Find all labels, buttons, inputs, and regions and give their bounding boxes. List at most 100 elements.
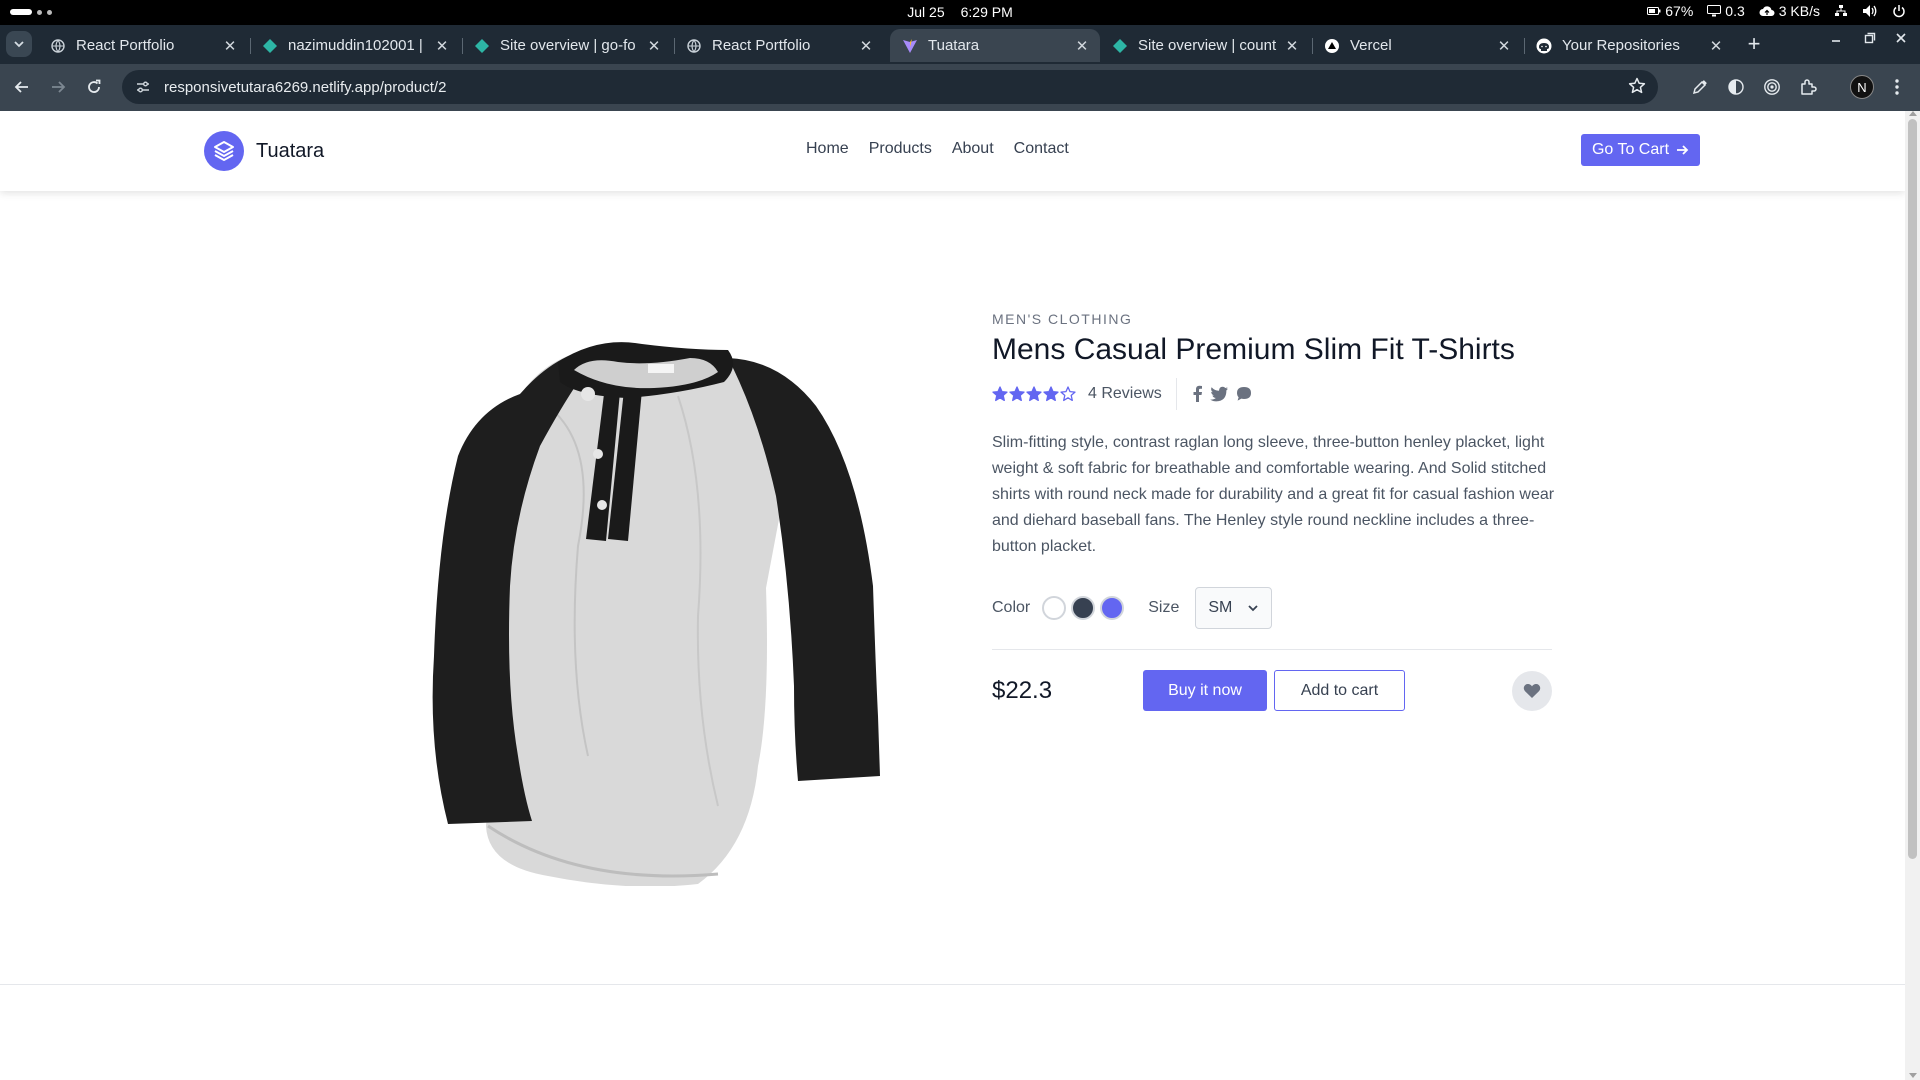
os-top-bar: Jul 25 6:29 PM 67% 0.3 3 KB/s: [0, 0, 1920, 25]
extensions-puzzle-icon[interactable]: [1797, 76, 1819, 98]
os-status-area[interactable]: 67% 0.3 3 KB/s: [1647, 3, 1906, 19]
footer-divider: [0, 984, 1905, 985]
cpu-status: 0.3: [1707, 3, 1745, 19]
star-filled-icon: [992, 386, 1008, 402]
purchase-row: $22.3 Buy it now Add to cart: [992, 670, 1552, 712]
browser-menu-icon[interactable]: [1886, 76, 1908, 98]
browser-tab-strip: React Portfolio ✕ nazimuddin102001 | ✕ S…: [0, 25, 1920, 64]
close-icon[interactable]: ✕: [1284, 37, 1300, 55]
site-settings-icon[interactable]: [134, 78, 152, 96]
size-select[interactable]: SM: [1195, 587, 1273, 629]
scroll-up-arrow[interactable]: [1909, 111, 1917, 116]
close-icon[interactable]: ✕: [222, 37, 238, 55]
target-extension-icon[interactable]: [1761, 76, 1783, 98]
network-icon: [1835, 5, 1847, 16]
close-icon: [1896, 33, 1906, 43]
tab-search-button[interactable]: [6, 31, 32, 57]
product-title: Mens Casual Premium Slim Fit T-Shirts: [992, 333, 1515, 366]
browser-tab[interactable]: Site overview | go-fo ✕: [462, 29, 672, 62]
size-label: Size: [1148, 599, 1180, 616]
tab-title: Your Repositories: [1562, 37, 1680, 54]
color-label: Color: [992, 599, 1031, 616]
scrollbar-thumb[interactable]: [1908, 119, 1917, 859]
back-button[interactable]: [10, 75, 34, 99]
address-bar[interactable]: responsivetutara6269.netlify.app/product…: [122, 70, 1658, 104]
os-time: 6:29 PM: [960, 4, 1013, 20]
nav-link-products[interactable]: Products: [869, 140, 932, 158]
close-icon[interactable]: ✕: [434, 37, 450, 55]
color-picker-extension-icon[interactable]: [1689, 76, 1711, 98]
twitter-icon[interactable]: [1209, 385, 1229, 403]
size-value: SM: [1208, 599, 1233, 616]
facebook-icon[interactable]: [1191, 385, 1203, 403]
page-scrollbar[interactable]: [1905, 111, 1920, 1080]
nav-link-home[interactable]: Home: [806, 140, 849, 158]
tab-title: Site overview | go-fo: [500, 37, 636, 54]
color-swatch-white[interactable]: [1042, 596, 1067, 620]
restore-icon: [1864, 32, 1876, 44]
add-to-cart-button[interactable]: Add to cart: [1274, 670, 1405, 711]
wishlist-button[interactable]: [1512, 671, 1552, 711]
power-tray[interactable]: [1892, 4, 1906, 18]
network-status: 3 KB/s: [1759, 3, 1820, 19]
close-icon[interactable]: ✕: [1496, 37, 1512, 55]
go-to-cart-label: Go To Cart: [1591, 141, 1670, 158]
tab-title: Tuatara: [928, 37, 980, 54]
nav-link-contact[interactable]: Contact: [1014, 140, 1069, 158]
url-text: responsivetutara6269.netlify.app/product…: [164, 78, 447, 96]
browser-tab[interactable]: nazimuddin102001 | ✕: [250, 29, 460, 62]
tab-title: nazimuddin102001 |: [288, 37, 423, 54]
color-swatch-dark[interactable]: [1071, 596, 1096, 620]
battery-status: 67%: [1647, 3, 1693, 19]
color-swatches: [1042, 596, 1125, 620]
star-rating: [992, 386, 1076, 402]
browser-tab[interactable]: Your Repositories ✕: [1524, 29, 1734, 62]
globe-icon: [686, 38, 702, 54]
brand-link[interactable]: Tuatara: [204, 131, 324, 171]
volume-tray[interactable]: [1862, 4, 1878, 18]
close-icon[interactable]: ✕: [1074, 37, 1090, 55]
forward-button[interactable]: [46, 75, 70, 99]
star-empty-icon: [1060, 386, 1076, 402]
github-icon: [1536, 38, 1552, 54]
close-icon[interactable]: ✕: [1708, 37, 1724, 55]
heart-icon: [1523, 683, 1541, 698]
bookmark-star-icon[interactable]: [1628, 77, 1646, 99]
close-icon[interactable]: ✕: [646, 37, 662, 55]
tab-title: Vercel: [1350, 37, 1392, 54]
power-icon: [1893, 5, 1905, 18]
battery-icon: [1647, 7, 1661, 15]
new-tab-button[interactable]: +: [1742, 33, 1766, 55]
browser-tab-active[interactable]: Tuatara ✕: [890, 29, 1100, 62]
chat-icon[interactable]: [1235, 385, 1253, 403]
reload-icon: [88, 79, 101, 93]
restore-button[interactable]: [1857, 31, 1883, 49]
reload-button[interactable]: [82, 75, 106, 99]
browser-tab[interactable]: Site overview | count ✕: [1100, 29, 1310, 62]
vercel-icon: [1324, 38, 1340, 54]
browser-tab[interactable]: Vercel ✕: [1312, 29, 1522, 62]
os-clock[interactable]: Jul 25 6:29 PM: [0, 4, 1920, 20]
close-icon[interactable]: ✕: [858, 37, 874, 55]
divider: [1175, 378, 1177, 410]
network-tray[interactable]: [1834, 4, 1848, 18]
close-window-button[interactable]: [1888, 31, 1914, 49]
chevron-down-icon: [1248, 605, 1258, 612]
page-content: Tuatara Home Products About Contact Go T…: [0, 111, 1905, 1080]
dark-mode-extension-icon[interactable]: [1725, 76, 1747, 98]
minimize-icon: [1832, 40, 1840, 42]
battery-text: 67%: [1665, 3, 1694, 19]
buy-now-button[interactable]: Buy it now: [1143, 670, 1267, 711]
arrow-right-icon: [52, 81, 66, 93]
color-swatch-indigo[interactable]: [1100, 596, 1125, 620]
profile-avatar[interactable]: N: [1850, 75, 1874, 99]
go-to-cart-button[interactable]: Go To Cart: [1581, 134, 1700, 166]
browser-tab[interactable]: React Portfolio ✕: [674, 29, 884, 62]
nav-link-about[interactable]: About: [952, 140, 994, 158]
star-filled-icon: [1009, 386, 1025, 402]
arrow-right-icon: [1677, 145, 1689, 155]
minimize-button[interactable]: [1823, 31, 1849, 49]
reviews-count: 4 Reviews: [1088, 385, 1162, 402]
browser-tab[interactable]: React Portfolio ✕: [38, 29, 248, 62]
scroll-down-arrow[interactable]: [1909, 1073, 1917, 1078]
